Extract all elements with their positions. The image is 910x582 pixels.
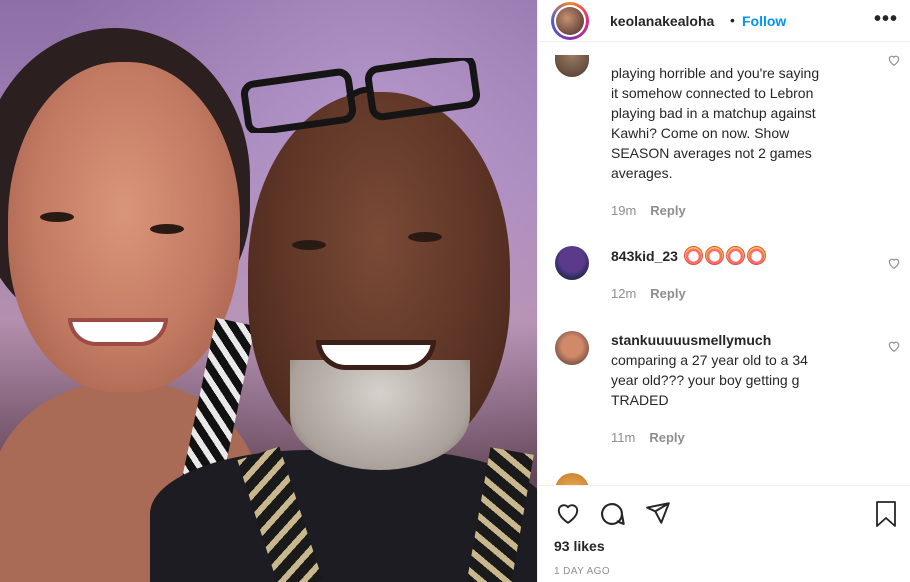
heart-icon[interactable] bbox=[887, 339, 901, 353]
comment-meta: 12m Reply bbox=[611, 286, 686, 301]
clown-face-icon bbox=[683, 246, 703, 265]
man-beard bbox=[290, 360, 470, 470]
comment-username[interactable]: stankuuuuusmellymuch bbox=[611, 330, 808, 350]
reply-button[interactable]: Reply bbox=[650, 203, 685, 218]
comment-meta: 11m Reply bbox=[611, 430, 685, 445]
post-timestamp: 1 DAY AGO bbox=[554, 566, 611, 577]
comment-meta: 19m Reply bbox=[611, 203, 686, 218]
woman-eye bbox=[150, 224, 184, 234]
bookmark-icon[interactable] bbox=[874, 500, 898, 528]
man-eye bbox=[292, 240, 326, 250]
clown-face-icon bbox=[704, 246, 724, 265]
comment-text: playing horrible and you're saying it so… bbox=[611, 65, 820, 181]
comment-text: 843kid_23 bbox=[611, 246, 766, 266]
post-actions: 93 likes 1 DAY AGO bbox=[538, 485, 910, 582]
woman-smile bbox=[68, 318, 168, 346]
post-sidebar: keolanakealoha • Follow ••• playing horr… bbox=[537, 0, 910, 582]
heart-icon[interactable] bbox=[887, 53, 901, 67]
comment-time: 11m bbox=[611, 430, 636, 445]
share-icon[interactable] bbox=[644, 500, 672, 526]
comment-time: 12m bbox=[611, 286, 637, 301]
comment-avatar[interactable] bbox=[555, 473, 589, 485]
man-smile bbox=[316, 340, 436, 370]
header-username[interactable]: keolanakealoha bbox=[610, 13, 714, 29]
follow-button[interactable]: Follow bbox=[742, 13, 786, 29]
reply-button[interactable]: Reply bbox=[650, 286, 685, 301]
more-options-icon[interactable]: ••• bbox=[874, 8, 898, 31]
heart-icon[interactable] bbox=[887, 256, 901, 270]
comment-username[interactable]: 843kid_23 bbox=[611, 248, 678, 264]
profile-avatar[interactable] bbox=[551, 2, 589, 40]
likes-count[interactable]: 93 likes bbox=[554, 538, 605, 554]
comment-icon[interactable] bbox=[598, 500, 626, 528]
clown-face-icon bbox=[746, 246, 766, 265]
reply-button[interactable]: Reply bbox=[649, 430, 684, 445]
woman-eye bbox=[40, 212, 74, 222]
separator-dot: • bbox=[730, 12, 735, 28]
clown-face-icon bbox=[725, 246, 745, 265]
post-header: keolanakealoha • Follow ••• bbox=[538, 0, 910, 42]
man-eye bbox=[408, 232, 442, 242]
comment-avatar[interactable] bbox=[555, 55, 589, 77]
glasses-icon bbox=[240, 58, 481, 133]
comment-avatar[interactable] bbox=[555, 246, 589, 280]
comment-time: 19m bbox=[611, 203, 637, 218]
post-photo[interactable] bbox=[0, 0, 537, 582]
comment-avatar[interactable] bbox=[555, 331, 589, 365]
comment-text: stankuuuuusmellymuch comparing a 27 year… bbox=[611, 330, 808, 408]
heart-icon[interactable] bbox=[554, 500, 582, 526]
comments-list[interactable]: playing horrible and you're saying it so… bbox=[538, 43, 910, 485]
